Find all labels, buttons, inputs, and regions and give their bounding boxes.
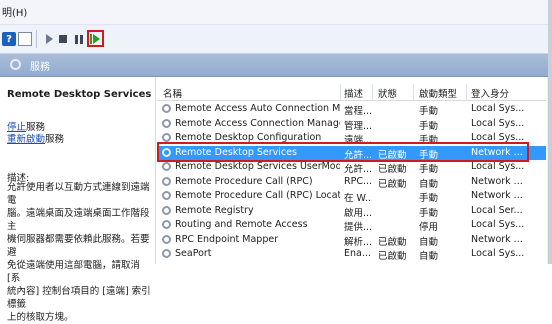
description-line: 統內容] 控制台項目的 [遠端] 索引標籤 [7, 286, 151, 310]
selected-row-highlight-box [157, 142, 529, 162]
service-startup-cell: 手動 [419, 207, 439, 219]
service-detail-pane: Remote Desktop Services 停止服務 重新啟動服務 描述: … [0, 77, 155, 323]
service-description-cell: 當程... [344, 106, 372, 117]
restart-link-row: 重新啟動服務 [7, 131, 64, 145]
service-status-cell: 已啟動 [378, 236, 407, 248]
service-logon-cell: Local Sys... [471, 219, 525, 230]
service-logon-cell: Local Sys... [471, 117, 525, 129]
service-startup-cell: 停用 [419, 222, 439, 233]
service-description-cell: 管理... [344, 120, 372, 132]
service-startup-cell: 自動 [419, 251, 439, 262]
description-line: 允許使用者以互動方式連線到遠端電 [7, 182, 150, 206]
service-gear-icon [162, 133, 171, 142]
service-name-cell: RPC Endpoint Mapper [175, 233, 279, 245]
service-startup-cell: 手動 [419, 106, 439, 117]
service-description-cell: 允許... [344, 164, 372, 175]
column-divider[interactable] [340, 84, 341, 100]
toolbar: ? [0, 25, 552, 54]
table-row[interactable]: RPC Endpoint Mapper 解析... 已啟動 自動 Network ... [157, 233, 546, 248]
column-divider[interactable] [413, 84, 414, 100]
service-gear-icon [162, 118, 171, 128]
restart-link-suffix: 服務 [45, 134, 65, 145]
service-name-cell: Remote Access Auto Connection Man... [175, 103, 340, 114]
column-header-startup-type[interactable]: 啟動類型 [419, 86, 457, 100]
service-logon-cell: Local Sys... [471, 161, 525, 172]
menu-bar: 明(H) [0, 0, 552, 25]
description-text: 允許使用者以互動方式連線到遠端電 腦。遠端桌面及遠端桌面工作階段主 機伺服器都需… [7, 181, 153, 324]
table-row[interactable]: Remote Registry 啟用... 手動 Local Ser... [157, 204, 546, 219]
service-logon-cell: Local Ser... [471, 204, 523, 216]
service-description-cell: Ena... [344, 248, 371, 259]
pane-splitter[interactable] [155, 77, 156, 264]
column-divider[interactable] [372, 84, 373, 100]
description-line: 上的核取方塊。 [7, 312, 74, 323]
service-name-cell: Routing and Remote Access [175, 219, 308, 230]
description-line: 免從遠端使用這部電腦，請取消[系 [7, 260, 141, 284]
description-line: 腦。遠端桌面及遠端桌面工作階段主 [7, 208, 150, 232]
toolbar-separator [36, 30, 37, 48]
service-description-cell: 啟用... [344, 207, 372, 219]
service-status-cell: 已啟動 [378, 164, 407, 175]
console-tree-icon[interactable] [18, 32, 32, 46]
help-icon[interactable]: ? [2, 32, 16, 46]
gear-icon [10, 59, 21, 70]
service-startup-cell: 手動 [419, 193, 439, 204]
restart-service-icon[interactable] [88, 32, 102, 46]
column-divider[interactable] [466, 84, 467, 100]
service-gear-icon [162, 162, 171, 171]
table-row[interactable]: Remote Access Connection Manager 管理... 手動 L… [157, 117, 546, 132]
service-description-cell: 提供... [344, 222, 372, 233]
services-list-header: 名稱 描述 狀態 啟動類型 登入身分 [157, 84, 546, 101]
service-gear-icon [162, 104, 171, 113]
restart-service-link[interactable]: 重新啟動 [7, 134, 45, 145]
table-row[interactable]: SeaPort Ena... 已啟動 自動 Local Sys... [157, 247, 546, 262]
service-name-cell: Remote Registry [175, 204, 254, 216]
service-name-cell: Remote Procedure Call (RPC) [175, 175, 313, 187]
service-name-cell: Remote Procedure Call (RPC) Locator [175, 190, 340, 201]
table-row[interactable]: Remote Access Auto Connection Man... 當程..… [157, 102, 546, 117]
service-gear-icon [162, 234, 171, 244]
window-right-border [548, 0, 552, 264]
column-header-status[interactable]: 狀態 [378, 86, 397, 100]
table-row[interactable]: Remote Procedure Call (RPC) RPC... 已啟動 自動 Ne… [157, 175, 546, 190]
menu-help[interactable]: 明(H) [2, 4, 27, 19]
service-status-cell: 已啟動 [378, 251, 407, 262]
service-description-cell: RPC... [344, 175, 372, 187]
service-logon-cell: Local Sys... [471, 103, 525, 114]
selected-service-name: Remote Desktop Services [7, 89, 152, 100]
column-header-log-on-as[interactable]: 登入身分 [471, 86, 509, 100]
stop-service-icon[interactable] [56, 32, 70, 46]
service-logon-cell: Local Sys... [471, 248, 525, 259]
service-gear-icon [162, 205, 171, 215]
service-startup-cell: 自動 [419, 236, 439, 248]
start-service-icon[interactable] [42, 32, 56, 46]
service-name-cell: SeaPort [175, 248, 212, 259]
table-row[interactable]: Remote Desktop Services UserMode ... 允許..… [157, 160, 546, 175]
table-row[interactable]: Routing and Remote Access 提供... 停用 Local Sy… [157, 218, 546, 233]
service-name-cell: Remote Access Connection Manager [175, 117, 340, 129]
service-description-cell: 解析... [344, 236, 372, 248]
service-name-cell: Remote Desktop Services UserMode ... [175, 161, 340, 172]
service-gear-icon [162, 191, 171, 200]
service-logon-cell: Network ... [471, 175, 523, 187]
table-row[interactable]: Remote Procedure Call (RPC) Locator 在 W..… [157, 189, 546, 204]
service-gear-icon [162, 220, 171, 229]
description-line: 機伺服器都需要依賴此服務。若要避 [7, 234, 150, 258]
pause-service-icon[interactable] [72, 32, 86, 46]
service-logon-cell: Network ... [471, 233, 523, 245]
column-header-name[interactable]: 名稱 [163, 86, 182, 100]
pane-title: 服務 [30, 62, 50, 73]
service-status-cell: 已啟動 [378, 178, 407, 190]
service-gear-icon [162, 249, 171, 258]
service-logon-cell: Network ... [471, 190, 523, 201]
service-startup-cell: 手動 [419, 120, 439, 132]
service-description-cell: 在 W... [344, 193, 372, 204]
service-gear-icon [162, 176, 171, 186]
service-startup-cell: 手動 [419, 164, 439, 175]
services-title-bar: 服務 [0, 54, 552, 77]
service-startup-cell: 自動 [419, 178, 439, 190]
column-header-description[interactable]: 描述 [344, 86, 363, 100]
